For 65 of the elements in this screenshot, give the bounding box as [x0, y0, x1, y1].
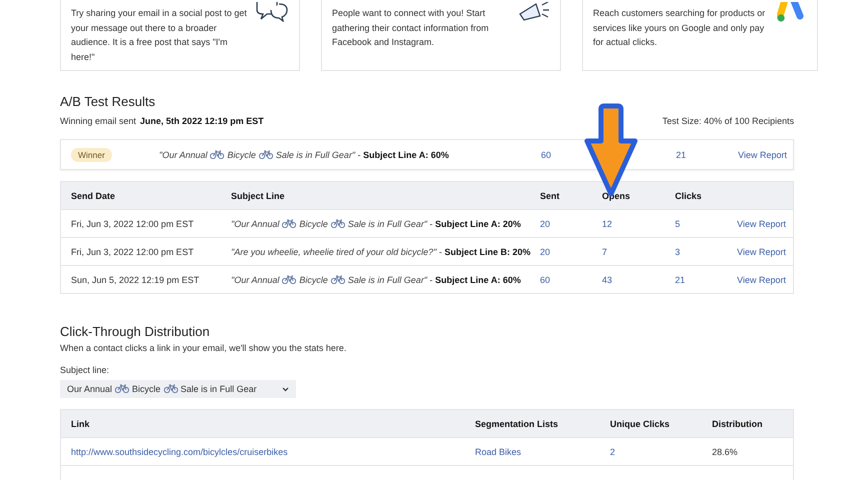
winning-label: Winning email sent: [60, 116, 136, 126]
card-text: Try sharing your email in a social post to get your message out there to a broader audience. It is a free post that says "I'm here!": [71, 7, 248, 64]
subject-text: Sale is in Full Gear": [348, 218, 428, 228]
send-date: Fri, Jun 3, 2022 12:00 pm EST: [71, 218, 195, 228]
distribution-value: 28.6%: [712, 446, 739, 456]
opens-count[interactable]: 12: [602, 218, 612, 228]
view-report-link[interactable]: View Report: [737, 218, 786, 228]
section-title: Click-Through Distribution: [60, 324, 211, 339]
column-header: Clicks: [675, 190, 703, 200]
column-header: Unique Clicks: [610, 418, 671, 428]
bicycle-icon: [115, 384, 130, 393]
chevron-down-icon: [282, 386, 289, 392]
clicks-count[interactable]: 3: [675, 246, 680, 256]
subject-label: - Subject Line A: 60%: [430, 274, 521, 284]
unique-clicks[interactable]: 2: [610, 446, 616, 456]
test-size: Test Size: 40% of 100 Recipients: [662, 116, 794, 126]
bicycle-icon: [330, 218, 345, 228]
view-report-link[interactable]: View Report: [737, 246, 786, 256]
winning-date: June, 5th 2022 12:19 pm EST: [140, 116, 264, 126]
section-title: A/B Test Results: [60, 94, 156, 109]
clicks-count[interactable]: 5: [675, 218, 680, 228]
winner-badge: Winner: [71, 148, 112, 162]
segment-link[interactable]: Road Bikes: [475, 446, 522, 456]
section-description: When a contact clicks a link in your email, we'll show you the stats here.: [60, 343, 348, 353]
subject-label: - Subject Line A: 20%: [430, 218, 521, 228]
view-report-link[interactable]: View Report: [737, 274, 786, 284]
subject-text: "Our Annual: [159, 150, 208, 160]
bicycle-icon: [164, 384, 178, 393]
column-header: Segmentation Lists: [475, 418, 560, 428]
send-date: Fri, Jun 3, 2022 12:00 pm EST: [71, 246, 195, 256]
subject-text: Sale is in Full Gear": [276, 150, 356, 160]
bicycle-icon: [330, 274, 345, 284]
subject-label: - Subject Line B: 20%: [439, 246, 531, 256]
link-url[interactable]: http://www.southsidecycling.com/bicylcles/cruiserbikes: [71, 446, 288, 456]
opens-count[interactable]: 7: [602, 246, 608, 256]
column-header: Link: [71, 418, 91, 428]
subject-label: - Subject Line A: 60%: [358, 150, 449, 160]
sent-count[interactable]: 20: [540, 218, 550, 228]
subject-select[interactable]: Our Annual Bicycle Sale is in Full Gear: [60, 380, 296, 398]
opens-count[interactable]: 43: [602, 274, 612, 284]
send-date: Sun, Jun 5, 2022 12:19 pm EST: [71, 274, 200, 284]
subject-text: Bicycle: [227, 150, 256, 160]
sent-count[interactable]: 20: [540, 246, 550, 256]
subject-text: Bicycle: [299, 274, 328, 284]
bicycle-icon: [210, 150, 224, 158]
clicks-count[interactable]: 21: [675, 274, 686, 284]
subject-text: Sale is in Full Gear": [348, 274, 428, 284]
bicycle-icon: [258, 150, 273, 158]
column-header: Distribution: [712, 418, 764, 428]
card-text: Reach customers searching for products or services like yours on Google and only pay for actual clicks.: [593, 7, 766, 49]
subject-text: "Our Annual: [231, 218, 280, 228]
card-text: People want to connect with you! Start gathering their contact information from Facebook and Instagram.: [332, 7, 490, 49]
subject-text: "Our Annual: [231, 274, 280, 284]
sent-count[interactable]: 60: [541, 150, 552, 160]
bicycle-icon: [282, 274, 296, 284]
column-header: Subject Line: [231, 190, 286, 200]
bicycle-icon: [282, 218, 296, 228]
column-header: Send Date: [71, 190, 116, 200]
subject-text: Bicycle: [299, 218, 328, 228]
sent-count[interactable]: 60: [540, 274, 550, 284]
view-report-link[interactable]: View Report: [738, 150, 787, 160]
subject-text: "Are you wheelie, wheelie tired of your old bicycle?": [231, 246, 436, 256]
column-header: Sent: [540, 190, 561, 200]
select-label: Subject line:: [60, 365, 110, 375]
clicks-count[interactable]: 21: [676, 150, 686, 160]
